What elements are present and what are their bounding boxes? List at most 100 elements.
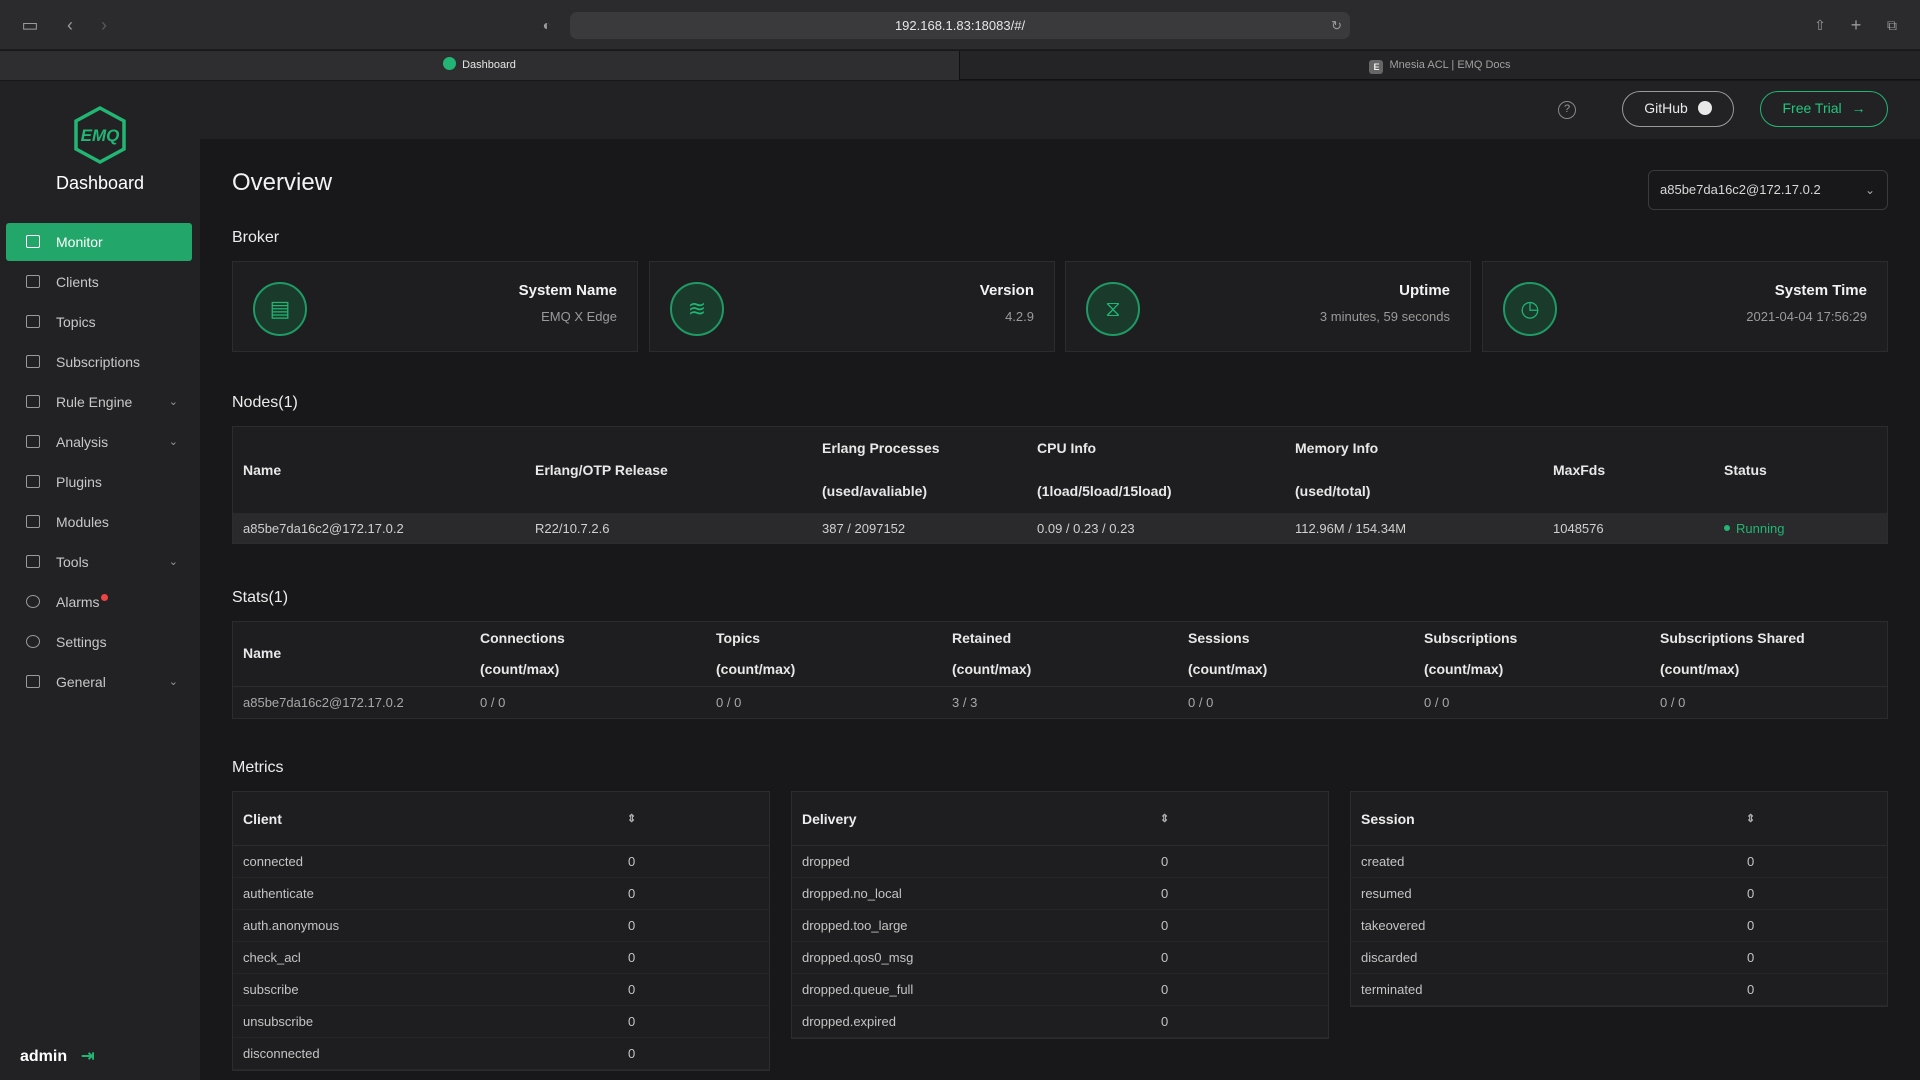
metric-key: dropped.no_local — [802, 886, 902, 901]
metric-value: 0 — [628, 982, 636, 997]
sidebar-item-monitor[interactable]: Monitor — [6, 223, 192, 261]
plugins-icon — [26, 475, 40, 488]
node-selector[interactable]: a85be7da16c2@172.17.0.2 ⌄ — [1648, 170, 1888, 210]
sidebar-item-clients[interactable]: Clients — [6, 263, 192, 301]
column-title: Topics — [716, 629, 761, 646]
cell-topics: 0 / 0 — [706, 685, 942, 718]
broker-cards: ▤ System Name EMQ X Edge ≋ Version 4.2.9… — [232, 261, 1888, 352]
column-title: Sessions — [1188, 629, 1250, 646]
metric-value: 0 — [1161, 918, 1169, 933]
sidebar-item-alarms[interactable]: Alarms — [6, 583, 192, 621]
sort-icon[interactable]: ⇕ — [1160, 792, 1169, 846]
column-header: Subscriptions Shared (count/max) — [1650, 622, 1887, 686]
svg-text:EMQ: EMQ — [81, 126, 120, 145]
metric-key: connected — [243, 854, 303, 869]
sort-icon[interactable]: ⇕ — [627, 792, 636, 846]
top-header: ? GitHub Free Trial → — [200, 81, 1920, 139]
chevron-down-icon: ⌄ — [1864, 183, 1875, 197]
github-button[interactable]: GitHub — [1622, 91, 1734, 127]
sidebar-item-label: Plugins — [56, 474, 102, 490]
arrow-right-icon: → — [1851, 100, 1866, 116]
new-tab-icon[interactable]: + — [1844, 13, 1868, 37]
sidebar-item-subscriptions[interactable]: Subscriptions — [6, 343, 192, 381]
metric-key: takeovered — [1361, 918, 1426, 933]
url-text: 192.168.1.83:18083/#/ — [894, 18, 1026, 33]
metric-key: auth.anonymous — [243, 918, 340, 933]
sidebar-nav: Monitor Clients Topics Subscriptions Rul… — [6, 223, 192, 703]
column-title: Erlang Processes — [822, 440, 940, 456]
subscriptions-icon — [26, 355, 40, 368]
sidebar-item-general[interactable]: General ⌄ — [6, 663, 192, 701]
sidebar-item-tools[interactable]: Tools ⌄ — [6, 543, 192, 581]
column-subtitle: (count/max) — [1660, 660, 1740, 677]
nodes-section-title: Nodes(1) — [232, 394, 298, 411]
column-title: Retained — [952, 629, 1012, 646]
metrics-header: Client ⇕ — [233, 792, 769, 846]
card-label: Uptime — [1399, 282, 1450, 299]
card-label: Version — [979, 282, 1034, 299]
column-title: Name — [243, 645, 282, 662]
sidebar-item-settings[interactable]: Settings — [6, 623, 192, 661]
broker-section-title: Broker — [232, 229, 280, 246]
table-row: a85be7da16c2@172.17.0.2 0 / 0 0 / 0 3 / … — [233, 685, 1887, 718]
column-header: Erlang Processes (used/avaliable) — [812, 427, 1027, 513]
list-item: dropped.expired 0 — [792, 1006, 1328, 1038]
cell-retained: 3 / 3 — [942, 685, 1178, 718]
tab-emq-docs[interactable]: E Mnesia ACL | EMQ Docs — [960, 51, 1920, 80]
help-icon[interactable]: ? — [1558, 101, 1576, 119]
metrics-header: Delivery ⇕ — [792, 792, 1328, 846]
table-header-row: Name Erlang/OTP Release Erlang Processes… — [233, 427, 1887, 513]
tab-label: Mnesia ACL | EMQ Docs — [1389, 59, 1511, 71]
tab-dashboard[interactable]: Dashboard — [0, 51, 960, 80]
column-subtitle: (count/max) — [1424, 660, 1504, 677]
sidebar-item-rule-engine[interactable]: Rule Engine ⌄ — [6, 383, 192, 421]
address-bar[interactable]: 192.168.1.83:18083/#/ ↻ — [570, 12, 1350, 39]
logout-icon[interactable]: ⇥ — [81, 1046, 94, 1066]
sidebar-item-plugins[interactable]: Plugins — [6, 463, 192, 501]
stats-table: Name Connections (count/max) Topics (count… — [232, 621, 1888, 719]
forward-icon[interactable]: › — [92, 13, 116, 37]
card-system-time: ◷ System Time 2021-04-04 17:56:29 — [1482, 261, 1888, 352]
tab-overview-icon[interactable]: ⧉ — [1880, 13, 1904, 37]
sidebar-item-topics[interactable]: Topics — [6, 303, 192, 341]
tab-bar: Dashboard E Mnesia ACL | EMQ Docs — [0, 51, 1920, 80]
reload-icon[interactable]: ↻ — [1331, 12, 1342, 39]
chevron-down-icon: ⌄ — [168, 556, 178, 568]
metric-value: 0 — [628, 1014, 636, 1029]
card-label: System Time — [1774, 282, 1867, 299]
back-icon[interactable]: ‹ — [58, 13, 82, 37]
column-header: CPU Info (1load/5load/15load) — [1027, 427, 1285, 513]
metrics-client-table: Client ⇕ connected 0 authenticate 0 auth.a… — [232, 791, 770, 1071]
document-icon: ▤ — [253, 282, 307, 336]
share-icon[interactable]: ⇧ — [1808, 13, 1832, 37]
free-trial-button[interactable]: Free Trial → — [1760, 91, 1888, 127]
cell-status: Running — [1714, 513, 1887, 543]
list-item: check_acl 0 — [233, 942, 769, 974]
column-header: Retained (count/max) — [942, 622, 1178, 686]
table-row[interactable]: a85be7da16c2@172.17.0.2 R22/10.7.2.6 387… — [233, 513, 1887, 543]
username: admin — [20, 1048, 68, 1065]
table-header-row: Name Connections (count/max) Topics (count… — [233, 622, 1887, 686]
cell-subscriptions-shared: 0 / 0 — [1650, 685, 1887, 718]
sidebar-item-analysis[interactable]: Analysis ⌄ — [6, 423, 192, 461]
cell-connections: 0 / 0 — [470, 685, 706, 718]
cell-processes: 387 / 2097152 — [812, 513, 1027, 543]
card-value: 4.2.9 — [1005, 309, 1034, 324]
tab-label: Dashboard — [462, 59, 516, 71]
sidebar-toggle-icon[interactable]: ▭ — [18, 13, 42, 37]
card-value: 3 minutes, 59 seconds — [1319, 309, 1450, 324]
list-item: subscribe 0 — [233, 974, 769, 1006]
card-version: ≋ Version 4.2.9 — [649, 261, 1055, 352]
card-system-name: ▤ System Name EMQ X Edge — [232, 261, 638, 352]
modules-icon — [26, 515, 40, 528]
monitor-icon — [26, 235, 40, 248]
cell-subscriptions: 0 / 0 — [1414, 685, 1650, 718]
metric-value: 0 — [1747, 854, 1755, 869]
sort-icon[interactable]: ⇕ — [1746, 792, 1755, 846]
cell-cpu: 0.09 / 0.23 / 0.23 — [1027, 513, 1285, 543]
metric-value: 0 — [1747, 982, 1755, 997]
column-header: Subscriptions (count/max) — [1414, 622, 1650, 686]
privacy-shield-icon[interactable]: ◐ — [535, 13, 559, 37]
sidebar-item-modules[interactable]: Modules — [6, 503, 192, 541]
list-item: created 0 — [1351, 846, 1887, 878]
